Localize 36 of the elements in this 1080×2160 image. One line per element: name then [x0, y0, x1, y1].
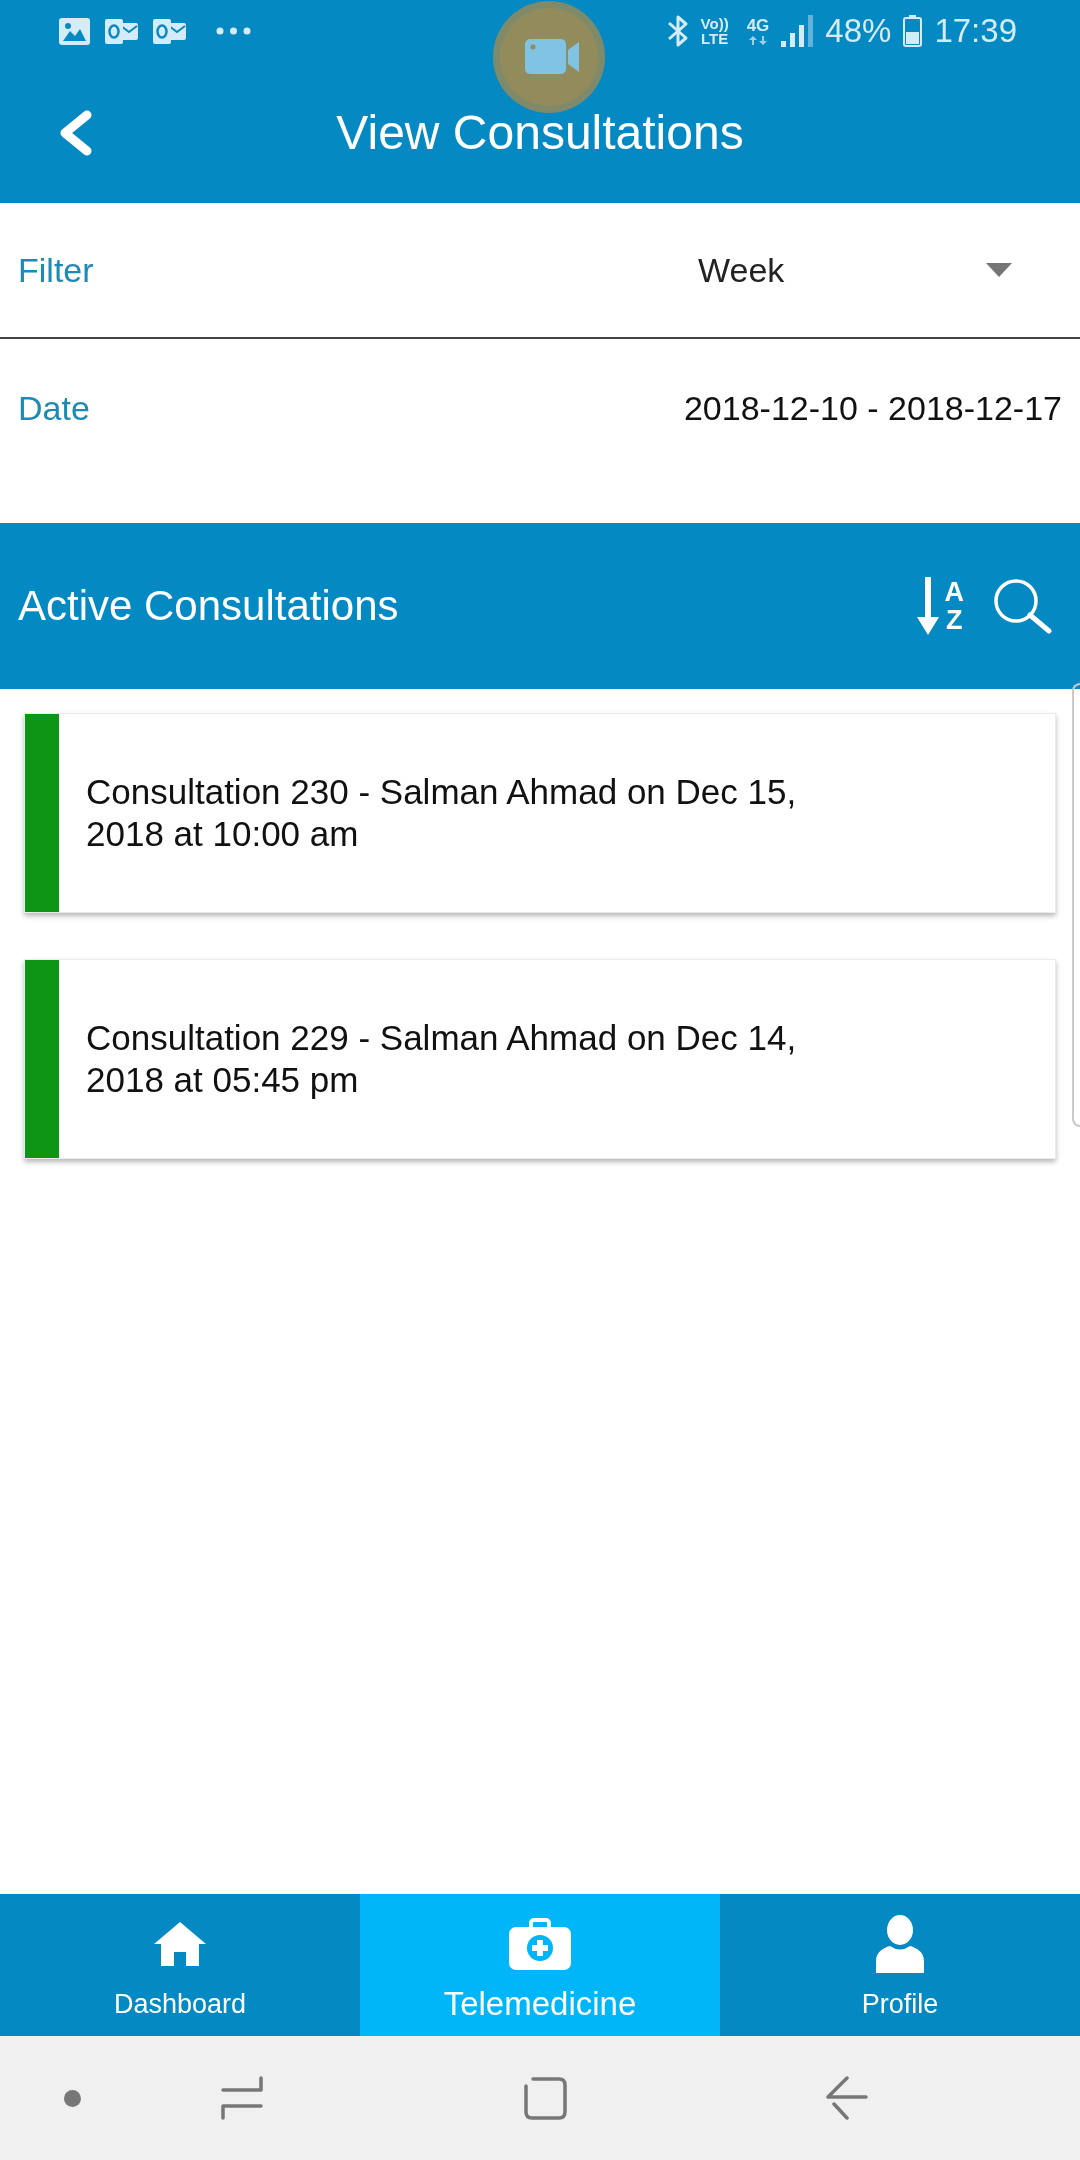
- mail-notification-icon: [105, 17, 138, 45]
- filter-dropdown[interactable]: Week: [698, 250, 1012, 290]
- field-label: Filter: [18, 250, 94, 290]
- home-button-icon[interactable]: [523, 2076, 567, 2120]
- search-icon[interactable]: [992, 578, 1052, 634]
- battery-icon: [903, 15, 923, 47]
- person-icon: [876, 1915, 924, 1973]
- screen-title: View Consultations: [336, 104, 744, 161]
- mail-notification-icon: [153, 17, 186, 45]
- edge-panel-handle[interactable]: [1072, 683, 1080, 1127]
- dot-icon[interactable]: [63, 2089, 81, 2107]
- image-notification-icon: [59, 17, 90, 45]
- clock-time: 17:39: [934, 12, 1017, 50]
- field-label: Date: [18, 388, 90, 428]
- battery-percentage: 48%: [825, 12, 892, 50]
- more-notifications-icon: [216, 27, 251, 35]
- consultation-text: Consultation 230 - Salman Ahmad on Dec 15, 2018 at 10:00 am: [86, 771, 798, 855]
- video-camera-icon[interactable]: [493, 1, 605, 113]
- consultation-text: Consultation 229 - Salman Ahmad on Dec 14, 2018 at 05:45 pm: [86, 1017, 798, 1101]
- sort-button[interactable]: A Z: [916, 577, 964, 635]
- consultation-card[interactable]: Consultation 230 - Salman Ahmad on Dec 15, 2018 at 10:00 am: [24, 713, 1056, 913]
- nav-tab[interactable]: Telemedicine: [360, 1894, 720, 2036]
- section-title: Active Consultations: [18, 581, 400, 631]
- medical-kit-icon: [509, 1918, 571, 1970]
- network-label: Vo)) LTE: [700, 16, 729, 46]
- network-type-label: 4G: [746, 17, 770, 34]
- back-arrow-icon[interactable]: [826, 2076, 868, 2120]
- consultation-card[interactable]: Consultation 229 - Salman Ahmad on Dec 14, 2018 at 05:45 pm: [24, 959, 1056, 1159]
- down-arrow-icon: [916, 577, 939, 635]
- date-range-value: 2018-12-10 - 2018-12-17: [683, 388, 1062, 428]
- home-icon: [154, 1922, 206, 1966]
- bluetooth-icon: [666, 14, 689, 48]
- data-arrows-icon: [748, 36, 768, 45]
- recent-apps-icon[interactable]: [221, 2076, 263, 2120]
- caret-down-icon: [986, 263, 1012, 277]
- signal-icon: [781, 15, 814, 47]
